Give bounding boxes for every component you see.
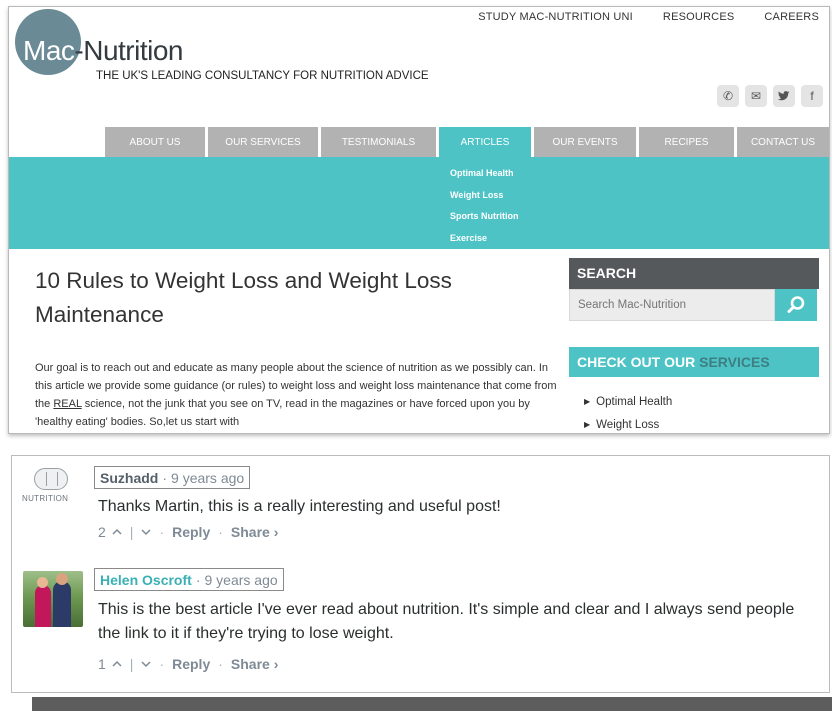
top-nav-study-uni[interactable]: STUDY MAC-NUTRITION UNI — [478, 11, 633, 23]
nav-about-us[interactable]: ABOUT US — [105, 127, 205, 157]
share-button[interactable]: Share › — [231, 524, 278, 540]
bottom-bar — [32, 697, 832, 711]
comment-author[interactable]: Suzhadd — [100, 470, 158, 486]
vote-count: 1 — [98, 656, 106, 672]
social-links: ✆ ✉ f — [717, 85, 823, 107]
nav-articles[interactable]: ARTICLES — [439, 127, 531, 157]
nav-contact-us[interactable]: CONTACT US — [737, 127, 829, 157]
phone-icon[interactable]: ✆ — [717, 85, 739, 107]
top-nav-careers[interactable]: CAREERS — [764, 11, 819, 23]
articles-dropdown-band — [9, 157, 829, 249]
nav-recipes[interactable]: RECIPES — [639, 127, 734, 157]
reply-button[interactable]: Reply — [172, 524, 210, 540]
downvote-icon[interactable] — [141, 527, 151, 537]
services-list: ▶ Optimal Health ▶ Weight Loss — [584, 391, 672, 433]
top-nav: STUDY MAC-NUTRITION UNI RESOURCES CAREER… — [478, 11, 819, 23]
comment-actions: 1 | · Reply · Share › — [98, 656, 279, 672]
search-icon — [787, 296, 805, 313]
avatar[interactable] — [23, 571, 83, 627]
triangle-right-icon: ▶ — [584, 397, 591, 406]
comments-panel: NUTRITION Suzhadd · 9 years ago Thanks M… — [11, 455, 830, 693]
triangle-right-icon: ▶ — [584, 420, 591, 429]
service-weight-loss[interactable]: ▶ Weight Loss — [584, 414, 672, 433]
share-button[interactable]: Share › — [231, 656, 278, 672]
nav-testimonials[interactable]: TESTIMONIALS — [321, 127, 436, 157]
services-heading: CHECK OUT OUR SERVICES — [569, 347, 819, 377]
search-heading: SEARCH — [569, 258, 819, 289]
top-nav-resources[interactable]: RESOURCES — [663, 11, 734, 23]
downvote-icon[interactable] — [141, 659, 151, 669]
service-optimal-health[interactable]: ▶ Optimal Health — [584, 391, 672, 414]
dropdown-item-sports-nutrition[interactable]: Sports Nutrition — [450, 206, 519, 228]
nav-our-events[interactable]: OUR EVENTS — [534, 127, 636, 157]
twitter-icon[interactable] — [773, 85, 795, 107]
dropdown-item-weight-loss[interactable]: Weight Loss — [450, 185, 519, 207]
website-panel: STUDY MAC-NUTRITION UNI RESOURCES CAREER… — [8, 6, 830, 434]
comment-meta: Helen Oscroft · 9 years ago — [94, 568, 284, 591]
search-input[interactable] — [569, 289, 775, 321]
comment-text: Thanks Martin, this is a really interest… — [98, 498, 501, 515]
comment-actions: 2 | · Reply · Share › — [98, 524, 279, 540]
dropdown-item-optimal-health[interactable]: Optimal Health — [450, 163, 519, 185]
comment-meta: Suzhadd · 9 years ago — [94, 466, 251, 489]
upvote-icon[interactable] — [112, 659, 122, 669]
article-body: Our goal is to reach out and educate as … — [35, 362, 557, 428]
comment-text: This is the best article I've ever read … — [98, 601, 795, 642]
comment-timestamp[interactable]: 9 years ago — [204, 572, 277, 588]
vote-count: 2 — [98, 524, 106, 540]
email-icon[interactable]: ✉ — [745, 85, 767, 107]
upvote-icon[interactable] — [112, 527, 122, 537]
comment-timestamp[interactable]: 9 years ago — [171, 470, 244, 486]
real-science-link[interactable]: REAL — [53, 398, 81, 410]
comment-author[interactable]: Helen Oscroft — [100, 572, 192, 588]
logo-wordmark: Mac-Nutrition — [23, 35, 183, 66]
articles-dropdown: Optimal Health Weight Loss Sports Nutrit… — [450, 163, 519, 249]
avatar[interactable]: NUTRITION — [22, 468, 76, 518]
nav-our-services[interactable]: OUR SERVICES — [208, 127, 318, 157]
search-button[interactable] — [775, 289, 817, 321]
screenshot-composite: STUDY MAC-NUTRITION UNI RESOURCES CAREER… — [0, 0, 832, 711]
mac-nutrition-badge-icon — [34, 468, 68, 490]
article-title: 10 Rules to Weight Loss and Weight Loss … — [35, 268, 452, 327]
avatar-brand-text: NUTRITION — [22, 494, 69, 503]
reply-button[interactable]: Reply — [172, 656, 210, 672]
facebook-icon[interactable]: f — [801, 85, 823, 107]
main-nav: ABOUT US OUR SERVICES TESTIMONIALS ARTIC… — [105, 127, 829, 157]
site-tagline: THE UK'S LEADING CONSULTANCY FOR NUTRITI… — [96, 70, 429, 82]
dropdown-item-exercise[interactable]: Exercise — [450, 228, 519, 250]
